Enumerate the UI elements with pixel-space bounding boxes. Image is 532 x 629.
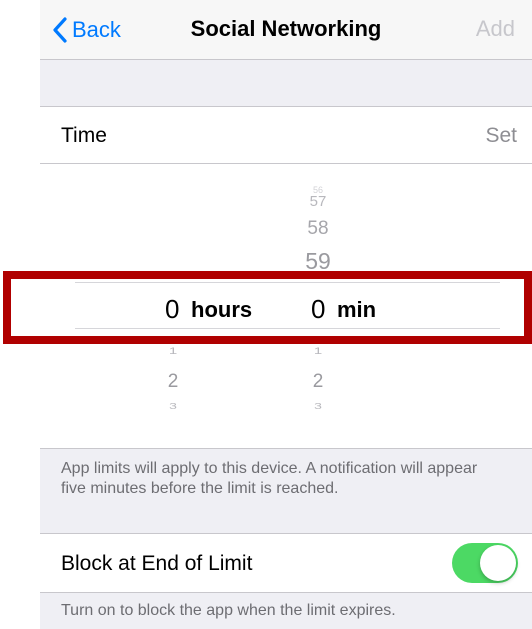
block-at-end-label: Block at End of Limit — [61, 552, 253, 575]
minutes-option[interactable]: 58 — [288, 219, 348, 238]
navigation-bar: Back Social Networking Add — [40, 0, 532, 60]
minutes-option[interactable]: 1 — [288, 347, 348, 356]
time-row[interactable]: Time Set — [40, 106, 532, 164]
toggle-knob — [480, 545, 516, 581]
time-value: Set — [485, 124, 517, 147]
page-title: Social Networking — [190, 16, 382, 41]
block-at-end-toggle[interactable] — [452, 543, 518, 583]
time-label: Time — [61, 124, 107, 147]
minutes-option[interactable]: 57 — [288, 194, 348, 209]
hours-option[interactable]: 2 — [143, 372, 203, 391]
block-at-end-row: Block at End of Limit — [40, 533, 532, 593]
add-button[interactable]: Add — [476, 16, 515, 42]
highlight-box — [3, 271, 532, 344]
app-limits-info: App limits will apply to this device. A … — [61, 460, 478, 497]
block-info: Turn on to block the app when the limit … — [61, 602, 396, 619]
minutes-option[interactable]: 59 — [288, 250, 348, 273]
hours-option[interactable]: 3 — [143, 402, 203, 410]
minutes-option[interactable]: 2 — [288, 372, 348, 391]
minutes-option[interactable]: 3 — [288, 402, 348, 410]
hours-option[interactable]: 1 — [143, 347, 203, 356]
